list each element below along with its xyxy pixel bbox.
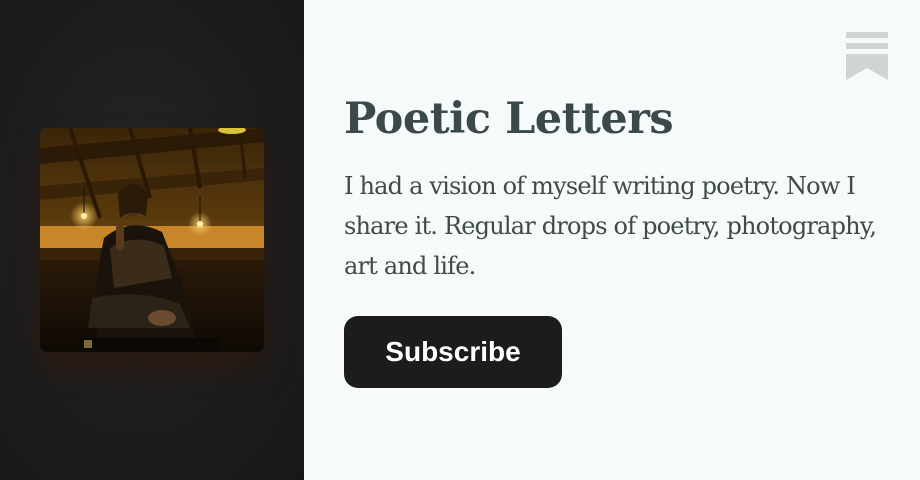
publication-description: I had a vision of myself writing poetry.… (344, 172, 877, 280)
subscribe-button[interactable]: Subscribe (344, 316, 562, 388)
publication-title: Poetic Letters (344, 94, 674, 144)
bookmark-icon[interactable] (846, 32, 888, 80)
cover-panel (0, 0, 304, 480)
cover-photo (40, 128, 264, 352)
publication-cover-image (40, 128, 264, 352)
